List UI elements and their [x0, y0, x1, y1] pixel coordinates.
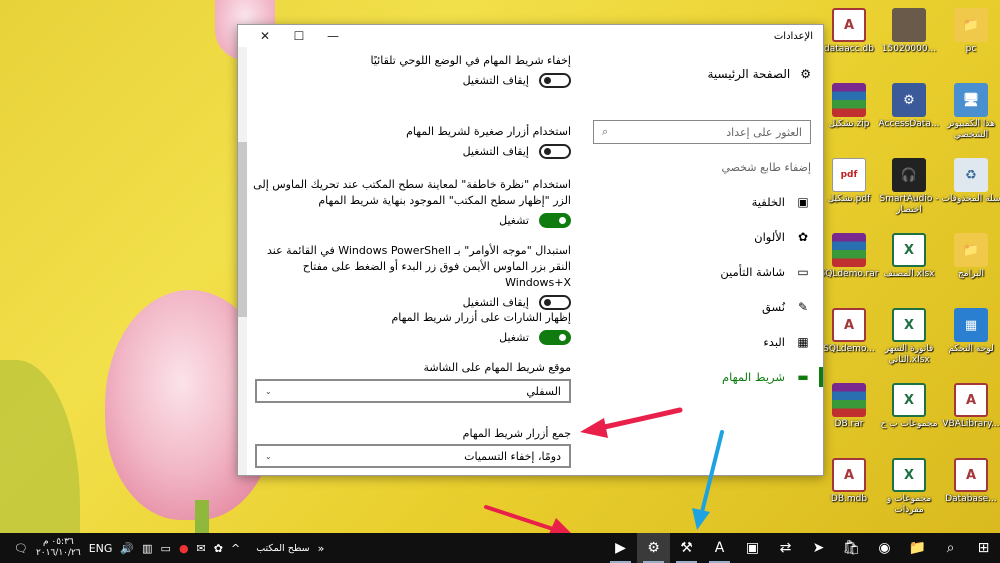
green-app-icon: ▶ — [615, 540, 626, 556]
network-icon[interactable]: ▥ — [142, 542, 152, 555]
store-icon: 🛍 — [842, 540, 861, 556]
network-app-button[interactable]: ▣ — [736, 533, 769, 563]
teamviewer-icon: ⇄ — [779, 540, 792, 556]
clock-time: ٠٥:٣٦ م — [42, 537, 74, 547]
annotation-arrows — [484, 407, 724, 536]
taskbar-apps: ⊞ ⌕ 📁 ◉ 🛍 ➤ ⇄ ▣ A ⚒ ⚙ ▶ — [604, 533, 1000, 563]
tools-button[interactable]: ⚒ — [670, 533, 703, 563]
volume-icon[interactable]: 🔊 — [120, 542, 134, 555]
search-icon: ⌕ — [946, 540, 955, 556]
teamviewer-button[interactable]: ⇄ — [769, 533, 802, 563]
clock[interactable]: ٠٥:٣٦ م ٢٠١٦/١٠/٢٦ — [36, 537, 81, 559]
blue-arrow-to-taskbar — [692, 430, 724, 530]
toolbar-expand-chevron[interactable]: » — [318, 542, 325, 555]
chevron-up-icon[interactable]: ^ — [231, 542, 240, 555]
settings-button[interactable]: ⚙ — [637, 533, 670, 563]
access-icon: A — [714, 540, 725, 556]
antivirus-icon[interactable]: ● — [179, 542, 189, 555]
green-app-button[interactable]: ▶ — [604, 533, 637, 563]
chrome-icon: ◉ — [878, 540, 891, 556]
network-app-icon: ▣ — [745, 540, 760, 556]
action-center-icon[interactable]: 🗨 — [14, 542, 28, 555]
file-explorer-button[interactable]: 📁 — [901, 533, 934, 563]
chrome-button[interactable]: ◉ — [868, 533, 901, 563]
language-indicator[interactable]: ENG — [89, 542, 113, 555]
start-icon: ⊞ — [977, 540, 990, 556]
mail-icon[interactable]: ✉ — [197, 542, 206, 555]
battery-icon[interactable]: ▭ — [161, 542, 171, 555]
start-button[interactable]: ⊞ — [967, 533, 1000, 563]
telegram-icon: ➤ — [812, 540, 825, 556]
access-button[interactable]: A — [703, 533, 736, 563]
tools-icon: ⚒ — [680, 540, 693, 556]
system-tray: 🗨 ٠٥:٣٦ م ٢٠١٦/١٠/٢٦ ENG 🔊 ▥ ▭ ● ✉ ✿ ^ س… — [0, 533, 324, 563]
settings-icon: ⚙ — [647, 540, 660, 556]
red-arrow-to-dropdown — [580, 407, 683, 438]
red-arrow-to-taskbar — [484, 505, 574, 536]
search-button[interactable]: ⌕ — [934, 533, 967, 563]
file-explorer-icon: 📁 — [908, 540, 927, 556]
clock-date: ٢٠١٦/١٠/٢٦ — [35, 548, 81, 558]
telegram-button[interactable]: ➤ — [802, 533, 835, 563]
desktop-toolbar-label[interactable]: سطح المكتب — [256, 543, 309, 554]
taskbar: 🗨 ٠٥:٣٦ م ٢٠١٦/١٠/٢٦ ENG 🔊 ▥ ▭ ● ✉ ✿ ^ س… — [0, 533, 1000, 563]
store-button[interactable]: 🛍 — [835, 533, 868, 563]
app-tray-icon[interactable]: ✿ — [214, 542, 223, 555]
